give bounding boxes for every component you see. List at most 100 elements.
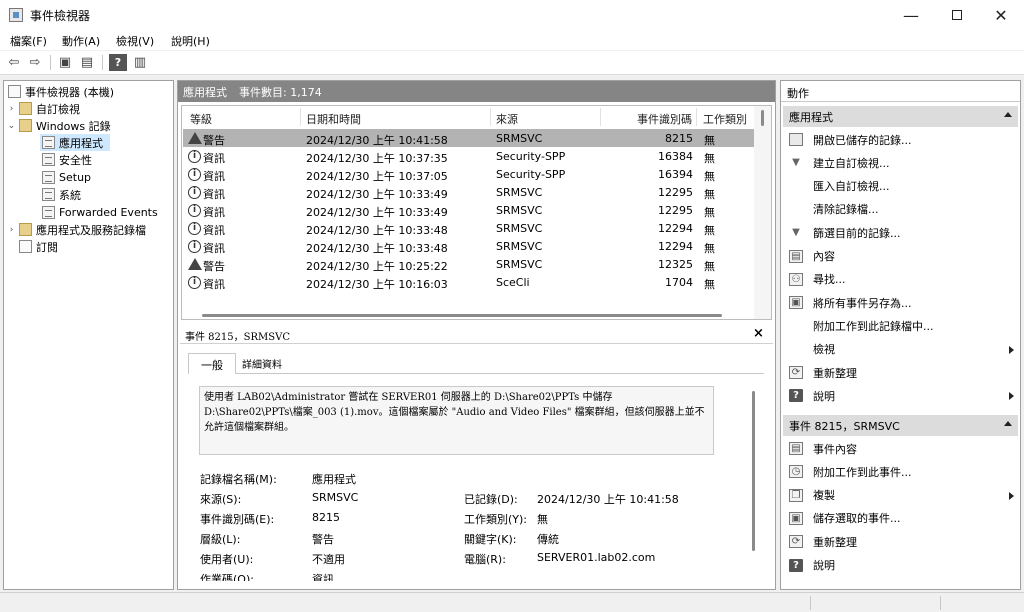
event-viewer-icon [8,85,21,98]
tree-item-app-service-logs[interactable]: › 應用程式及服務記錄檔 [6,221,146,238]
table-row[interactable]: i 資訊 2024/12/30 上午 10:33:48 SRMSVC 12294 無 [183,219,757,237]
up-folder-icon[interactable]: ▣ [56,54,74,71]
action-item[interactable]: 匯入自訂檢視... [783,175,1018,198]
log-header: 應用程式 事件數目: 1,174 [178,81,775,102]
action-item[interactable]: ▼ 篩選目前的記錄... [783,221,1018,244]
chevron-right-icon[interactable]: › [6,225,17,235]
label-level: 層級(L): [200,533,241,546]
help-icon[interactable]: ? [109,54,127,71]
tree-item-label: Windows 記錄 [36,119,111,133]
action-item[interactable]: ▼ 建立自訂檢視... [783,151,1018,174]
scrollbar-thumb[interactable] [761,110,764,126]
cell-level: 資訊 [203,278,225,291]
actions-section-event[interactable]: 事件 8215，SRMSVC [783,415,1018,436]
tab-general[interactable]: 一般 [188,353,236,374]
chevron-right-icon[interactable]: › [6,104,17,114]
tree-item-label: 自訂檢視 [36,102,80,116]
cell-task-category: 無 [704,188,715,201]
column-header-level[interactable]: 等級 [190,111,212,127]
table-row[interactable]: i 資訊 2024/12/30 上午 10:33:48 SRMSVC 12294 無 [183,237,757,255]
event-count: 事件數目: 1,174 [239,85,322,99]
chevron-down-icon[interactable]: ⌄ [6,121,17,131]
column-header-task-category[interactable]: 工作類別 [703,111,747,127]
cell-datetime: 2024/12/30 上午 10:25:22 [306,260,448,273]
info-icon: i [188,186,201,199]
forward-arrow-icon[interactable]: ⇨ [26,54,44,71]
filter-icon: ▼ [792,227,800,239]
action-label: 匯入自訂檢視... [813,180,890,194]
title-bar: 事件檢視器 — ✕ [0,0,1024,30]
label-logged: 已記錄(D): [464,493,518,506]
action-item[interactable]: ⚇ 尋找... [783,268,1018,291]
action-item[interactable]: ▤ 事件內容 [783,437,1018,460]
show-hide-action-pane-icon[interactable]: ▥ [131,54,149,71]
action-label: 檢視 [813,343,835,357]
table-row[interactable]: i 資訊 2024/12/30 上午 10:33:49 SRMSVC 12295 無 [183,201,757,219]
toolbar-separator [102,55,103,70]
action-item[interactable]: ? 說明 [783,384,1018,407]
event-list-horizontal-scrollbar[interactable] [202,314,722,317]
table-row[interactable]: i 資訊 2024/12/30 上午 10:37:35 Security-SPP 163… [183,147,757,165]
minimize-button[interactable]: — [888,0,934,30]
maximize-button[interactable] [934,0,980,30]
back-arrow-icon[interactable]: ⇦ [5,54,23,71]
menu-action[interactable]: 動作(A) [62,33,100,49]
tree-item-subscriptions[interactable]: 訂閱 [17,238,58,255]
table-row[interactable]: 警告 2024/12/30 上午 10:25:22 SRMSVC 12325 無 [183,255,757,273]
cell-event-id: 1704 [665,276,693,289]
action-item[interactable]: ▣ 將所有事件另存為... [783,291,1018,314]
menu-view[interactable]: 檢視(V) [116,33,154,49]
tree-item-security[interactable]: 安全性 [40,151,92,168]
action-item[interactable]: 檢視 [783,338,1018,361]
column-header-source[interactable]: 來源 [496,111,518,127]
action-item[interactable]: ❐ 複製 [783,484,1018,507]
menu-help[interactable]: 說明(H) [171,33,210,49]
action-item[interactable]: 附加工作到此記錄檔中... [783,314,1018,337]
save-icon: ▣ [789,296,803,310]
cell-task-category: 無 [704,134,715,147]
table-row[interactable]: 警告 2024/12/30 上午 10:41:58 SRMSVC 8215 無 [183,129,757,147]
actions-section-application[interactable]: 應用程式 [783,106,1018,127]
cell-event-id: 16384 [658,150,693,163]
action-item[interactable]: ▣ 儲存選取的事件... [783,507,1018,530]
table-row[interactable]: i 資訊 2024/12/30 上午 10:16:03 SceCli 1704 無 [183,273,757,291]
tree-item-system[interactable]: 系統 [40,186,81,203]
menu-file[interactable]: 檔案(F) [10,33,47,49]
table-row[interactable]: i 資訊 2024/12/30 上午 10:37:05 Security-SPP 163… [183,165,757,183]
cell-event-id: 16394 [658,168,693,181]
event-list-vertical-scrollbar[interactable] [754,106,771,319]
cell-source: SRMSVC [496,204,543,217]
toolbar: ⇦ ⇨ ▣ ▤ ? ▥ [0,51,1024,75]
cell-level: 資訊 [203,206,225,219]
value-computer: SERVER01.lab02.com [537,551,656,564]
tab-details[interactable]: 詳細資料 [242,356,282,371]
detail-vertical-scrollbar[interactable] [752,391,755,551]
label-keywords: 關鍵字(K): [464,533,517,546]
column-header-event-id[interactable]: 事件識別碼 [637,111,692,127]
close-icon[interactable]: × [753,326,764,341]
tree-item-setup[interactable]: Setup [40,169,91,186]
cell-datetime: 2024/12/30 上午 10:37:05 [306,170,448,183]
action-item[interactable]: 開啟已儲存的記錄... [783,128,1018,151]
tree-item-label: 系統 [59,188,81,202]
action-label: 附加工作到此記錄檔中... [813,319,934,333]
action-item[interactable]: ? 說明 [783,554,1018,577]
cell-level: 資訊 [203,152,225,165]
tree-item-event-viewer-local[interactable]: 事件檢視器 (本機) [6,83,114,100]
action-item[interactable]: 清除記錄檔... [783,198,1018,221]
action-item[interactable]: ▤ 內容 [783,245,1018,268]
log-title: 應用程式 [183,85,227,99]
info-icon: i [188,204,201,217]
column-header-datetime[interactable]: 日期和時間 [306,111,361,127]
action-item[interactable]: ⟳ 重新整理 [783,361,1018,384]
close-button[interactable]: ✕ [978,0,1024,30]
action-item[interactable]: ◷ 附加工作到此事件... [783,460,1018,483]
table-row[interactable]: i 資訊 2024/12/30 上午 10:33:49 SRMSVC 12295 無 [183,183,757,201]
show-hide-tree-icon[interactable]: ▤ [78,54,96,71]
action-item[interactable]: ⟳ 重新整理 [783,530,1018,553]
tree-item-forwarded-events[interactable]: Forwarded Events [40,204,158,221]
tree-item-windows-logs[interactable]: ⌄ Windows 記錄 [6,117,111,134]
tree-item-application[interactable]: 應用程式 [40,134,110,151]
event-viewer-icon [9,8,23,22]
tree-item-custom-views[interactable]: › 自訂檢視 [6,100,80,117]
